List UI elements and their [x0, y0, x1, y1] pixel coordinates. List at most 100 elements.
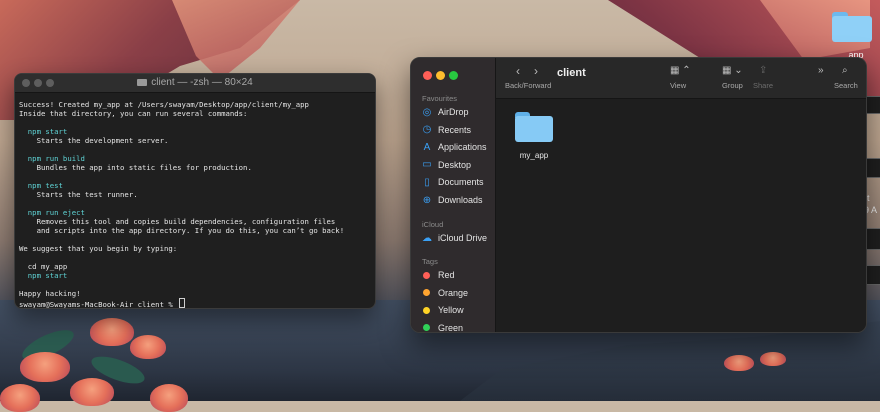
close-button[interactable]: [423, 71, 432, 80]
search-label: Search: [834, 81, 858, 90]
tag-color-dot: [423, 289, 430, 297]
terminal-text: cd my_app: [19, 262, 68, 271]
folder-icon[interactable]: [515, 112, 553, 142]
terminal-text: and scripts into the app directory. If y…: [19, 226, 345, 235]
minimize-button[interactable]: [436, 71, 445, 80]
terminal-prompt: swayam@Swayams-MacBook-Air client %: [19, 300, 178, 309]
tag-color-dot: [423, 271, 430, 279]
terminal-line: and scripts into the app directory. If y…: [19, 226, 371, 235]
terminal-title: client — -zsh — 80×24: [15, 77, 375, 88]
finder-toolbar: ‹ › Back/Forward client ▦ ⌃ View ▦ ⌄ Gro…: [496, 58, 866, 99]
sidebar-item-label: Documents: [438, 177, 484, 188]
sidebar-item-label: Orange: [438, 287, 469, 298]
terminal-text: npm run build: [19, 154, 85, 163]
terminal-line: npm test: [19, 181, 371, 190]
sidebar-section-tags: Tags: [422, 257, 438, 266]
terminal-text: We suggest that you begin by typing:: [19, 244, 178, 253]
sidebar-tag-green[interactable]: Green: [421, 320, 464, 333]
terminal-line: npm start: [19, 127, 371, 136]
sidebar-item-documents[interactable]: ▯ Documents: [421, 174, 484, 190]
terminal-cursor: [179, 298, 186, 308]
terminal-line: Inside that directory, you can run sever…: [19, 109, 371, 118]
terminal-text: npm start: [19, 271, 68, 280]
sidebar-item-icloud-drive[interactable]: ☁ iCloud Drive: [421, 230, 487, 246]
sidebar-item-airdrop[interactable]: ◎ AirDrop: [421, 104, 469, 120]
terminal-text: npm run eject: [19, 208, 85, 217]
more-chevron-icon[interactable]: »: [818, 65, 824, 76]
sidebar-item-label: Applications: [438, 142, 487, 153]
share-icon[interactable]: ⇪: [759, 65, 767, 76]
terminal-line: cd my_app: [19, 262, 371, 271]
tag-color-dot: [423, 324, 430, 332]
share-label: Share: [753, 81, 774, 90]
terminal-text: Starts the test runner.: [19, 190, 138, 199]
applications-icon: A: [423, 141, 431, 153]
terminal-text: npm test: [19, 181, 63, 190]
zoom-button[interactable]: [449, 71, 458, 80]
back-arrow-icon[interactable]: ‹: [516, 64, 520, 78]
sidebar-item-applications[interactable]: A Applications: [421, 139, 487, 155]
terminal-line: Bundles the app into static files for pr…: [19, 163, 371, 172]
forward-arrow-icon[interactable]: ›: [534, 64, 538, 78]
sidebar-item-desktop[interactable]: ▭ Desktop: [421, 157, 471, 173]
sidebar-tag-red[interactable]: Red: [421, 267, 455, 283]
wallpaper-flower: [130, 335, 166, 359]
window-title: client: [557, 67, 586, 79]
sidebar-tag-yellow[interactable]: Yellow: [421, 302, 464, 318]
terminal-text: Bundles the app into static files for pr…: [19, 163, 252, 172]
back-forward-label: Back/Forward: [505, 81, 552, 90]
terminal-text: npm start: [19, 127, 68, 136]
group-icon[interactable]: ▦ ⌄: [722, 65, 743, 76]
folder-item-label[interactable]: my_app: [510, 151, 558, 160]
terminal-line: npm run build: [19, 154, 371, 163]
terminal-line: Success! Created my_app at /Users/swayam…: [19, 100, 371, 109]
sidebar-section-favourites: Favourites: [422, 94, 458, 103]
terminal-window[interactable]: client — -zsh — 80×24 Success! Created m…: [14, 73, 376, 309]
wallpaper-flower: [70, 378, 114, 406]
finder-window[interactable]: Favourites ◎ AirDrop ◷ Recents A Applications…: [410, 57, 867, 333]
terminal-line: Starts the test runner.: [19, 190, 371, 199]
sidebar-item-label: AirDrop: [438, 107, 469, 117]
terminal-output[interactable]: Success! Created my_app at /Users/swayam…: [15, 93, 375, 309]
finder-sidebar: Favourites ◎ AirDrop ◷ Recents A Applications…: [411, 58, 496, 332]
sidebar-section-icloud: iCloud: [422, 220, 444, 229]
wallpaper-flower: [760, 352, 786, 366]
sidebar-item-recents[interactable]: ◷ Recents: [421, 122, 471, 138]
terminal-text: Success! Created my_app at /Users/swayam…: [19, 100, 309, 109]
sidebar-item-label: iCloud Drive: [438, 233, 488, 243]
terminal-line: npm start: [19, 271, 371, 280]
wallpaper-flower: [724, 355, 754, 371]
airdrop-icon: ◎: [422, 106, 432, 118]
terminal-text: Removes this tool and copies build depen…: [19, 217, 336, 226]
sidebar-item-label: Green: [438, 322, 464, 333]
sidebar-item-label: Desktop: [438, 159, 472, 170]
folder-icon: [137, 79, 148, 86]
terminal-text: Happy hacking!: [19, 289, 81, 298]
group-label: Group: [722, 81, 743, 90]
download-icon: ⊕: [422, 194, 432, 206]
finder-content[interactable]: my_app: [496, 99, 866, 332]
sidebar-item-label: Red: [438, 270, 455, 280]
desktop-folder-icon[interactable]: [832, 12, 872, 42]
sidebar-item-label: Recents: [438, 124, 472, 135]
search-icon[interactable]: ⌕: [842, 65, 848, 76]
wallpaper-flower: [20, 352, 70, 382]
terminal-titlebar[interactable]: client — -zsh — 80×24: [15, 74, 375, 93]
terminal-text: Inside that directory, you can run sever…: [19, 109, 248, 118]
wallpaper-flower: [0, 384, 40, 412]
view-grid-icon[interactable]: ▦ ⌃: [670, 65, 691, 76]
sidebar-tag-orange[interactable]: Orange: [421, 285, 468, 301]
terminal-line: swayam@Swayams-MacBook-Air client %: [19, 298, 371, 309]
sidebar-item-downloads[interactable]: ⊕ Downloads: [421, 192, 483, 208]
terminal-text: Starts the development server.: [19, 136, 169, 145]
tag-color-dot: [423, 306, 430, 314]
terminal-line: npm run eject: [19, 208, 371, 217]
terminal-line: We suggest that you begin by typing:: [19, 244, 371, 253]
wallpaper-flower: [90, 318, 134, 346]
